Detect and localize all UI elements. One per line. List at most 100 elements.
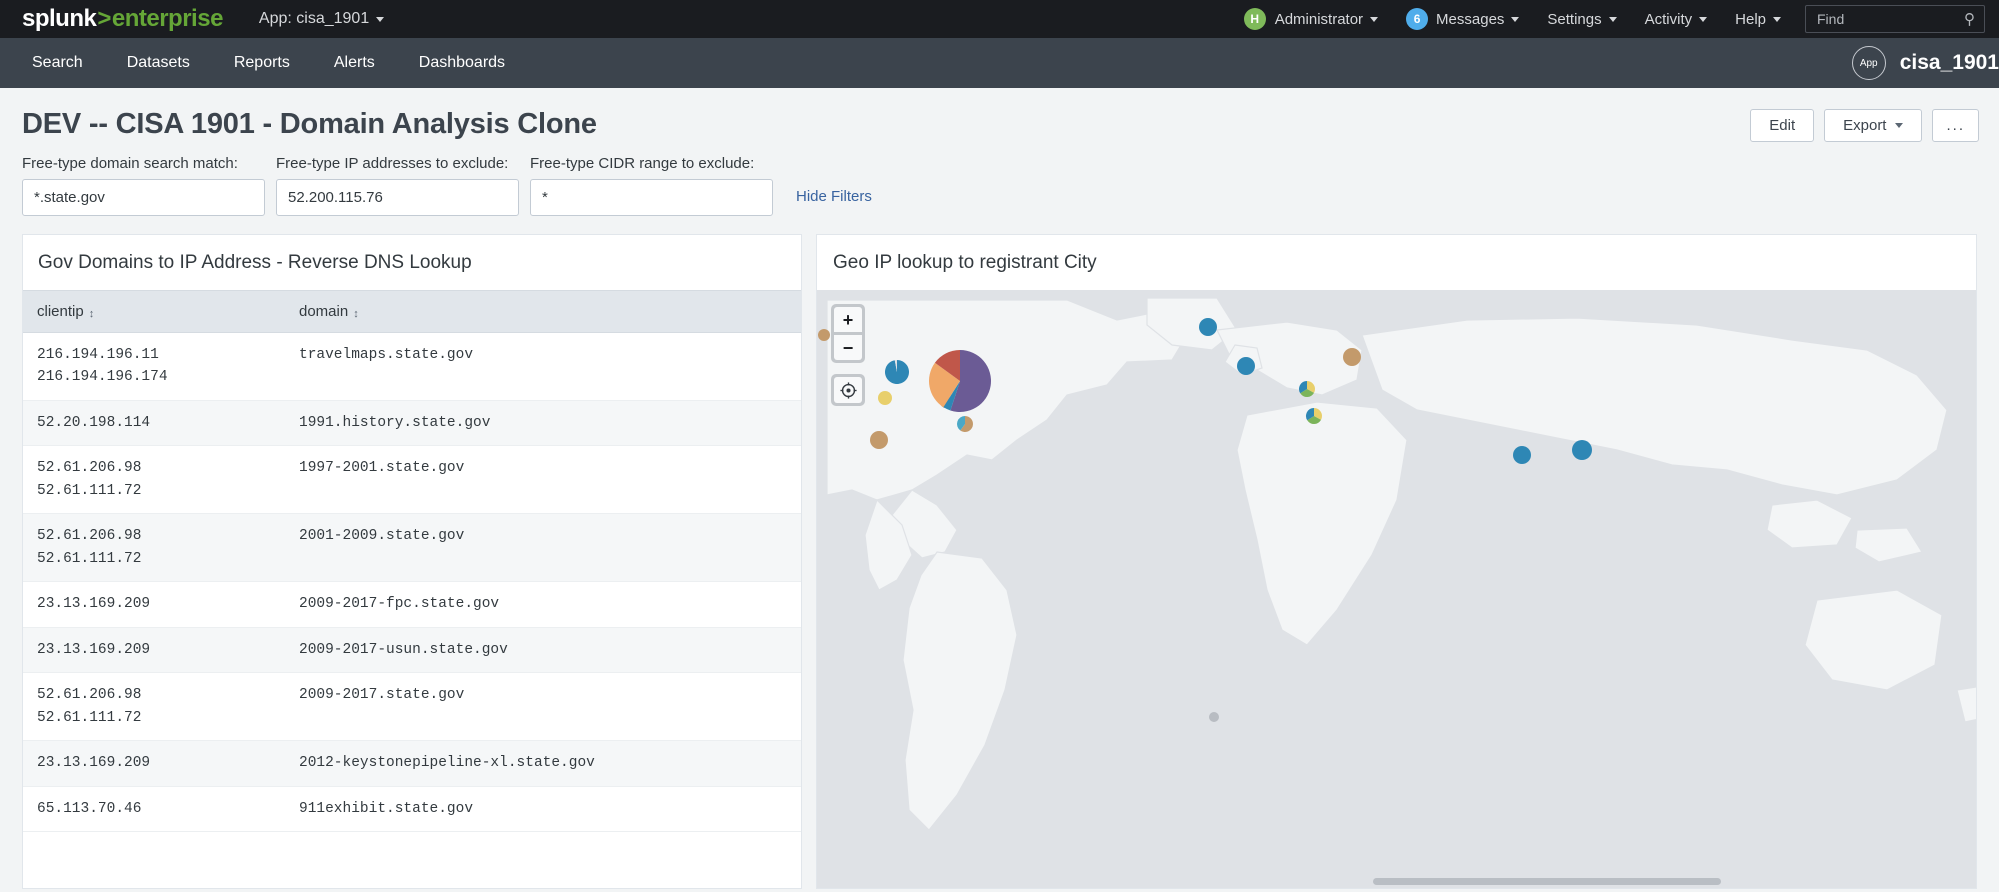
map-pie-marker[interactable] <box>870 431 888 449</box>
column-header-clientip-label: clientip <box>37 303 84 320</box>
export-button[interactable]: Export <box>1824 109 1923 142</box>
map-markers-layer[interactable] <box>817 290 1976 888</box>
map-pie-marker[interactable] <box>1299 381 1315 397</box>
cell-domain[interactable]: 2001-2009.state.gov <box>285 513 801 583</box>
map-pie-marker[interactable] <box>878 391 892 405</box>
edit-button-label: Edit <box>1769 117 1796 134</box>
header-actions: Edit Export ... <box>1750 109 1979 142</box>
top-bar: splunk > enterprise App: cisa_1901 H Admin… <box>0 0 1999 38</box>
messages-menu-label: Messages <box>1436 10 1505 28</box>
results-table-head: clientip ↕ domain ↕ <box>23 290 801 333</box>
panel-reverse-dns-lookup: Gov Domains to IP Address - Reverse DNS … <box>22 234 802 889</box>
nav-bar: Search Datasets Reports Alerts Dashboard… <box>0 38 1999 88</box>
nav-item-alerts[interactable]: Alerts <box>312 38 397 88</box>
domain-search-input[interactable] <box>22 179 265 216</box>
nav-item-datasets[interactable]: Datasets <box>105 38 212 88</box>
app-badge-icon: App <box>1851 46 1886 80</box>
nav-item-search[interactable]: Search <box>10 38 105 88</box>
cell-domain[interactable]: 911exhibit.state.gov <box>285 786 801 833</box>
map-pie-marker[interactable] <box>1306 408 1322 424</box>
filter-label-ip-exclude: Free-type IP addresses to exclude: <box>276 155 509 172</box>
top-bar-right: H Administrator 6 Messages Settings Acti… <box>1230 0 1999 38</box>
cell-domain[interactable]: 1997-2001.state.gov <box>285 445 801 515</box>
map-pie-marker[interactable] <box>1237 357 1255 375</box>
find-input[interactable] <box>1815 10 1964 28</box>
logo-enterprise-text: enterprise <box>111 5 224 32</box>
export-button-label: Export <box>1843 117 1887 134</box>
edit-button[interactable]: Edit <box>1750 109 1815 142</box>
map-pie-marker[interactable] <box>957 416 973 432</box>
column-header-domain[interactable]: domain ↕ <box>285 290 801 333</box>
cell-clientip[interactable]: 52.61.206.98 52.61.111.72 <box>23 445 285 515</box>
cell-domain[interactable]: travelmaps.state.gov <box>285 332 801 401</box>
avatar: H <box>1243 8 1266 30</box>
map-zoom-in-button[interactable]: + <box>834 307 862 332</box>
cell-domain[interactable]: 2009-2017.state.gov <box>285 672 801 742</box>
hide-filters-link[interactable]: Hide Filters <box>796 188 872 205</box>
map-locate-group <box>831 374 865 406</box>
settings-menu[interactable]: Settings <box>1533 0 1630 38</box>
sort-icon[interactable]: ↕ <box>353 309 359 320</box>
cell-clientip[interactable]: 23.13.169.209 <box>23 627 285 674</box>
chevron-down-icon <box>1511 16 1520 22</box>
map-marker-circle <box>1209 712 1219 722</box>
cell-domain[interactable]: 1991.history.state.gov <box>285 400 801 447</box>
dashboard-panels: Gov Domains to IP Address - Reverse DNS … <box>0 216 1999 889</box>
choropleth-map[interactable]: + − <box>817 290 1976 888</box>
cell-clientip[interactable]: 23.13.169.209 <box>23 581 285 628</box>
settings-menu-label: Settings <box>1547 10 1602 28</box>
activity-menu[interactable]: Activity <box>1631 0 1722 38</box>
map-pie-marker[interactable] <box>1572 440 1592 460</box>
map-pie-marker[interactable] <box>1209 712 1219 722</box>
map-pie-marker[interactable] <box>1199 318 1217 336</box>
crosshair-icon <box>839 381 857 399</box>
column-header-clientip[interactable]: clientip ↕ <box>23 290 285 333</box>
more-actions-button[interactable]: ... <box>1932 109 1979 142</box>
user-menu-label: Administrator <box>1274 10 1364 28</box>
current-app-name: cisa_1901 <box>1899 51 1999 74</box>
nav-item-dashboards[interactable]: Dashboards <box>397 38 527 88</box>
cell-clientip[interactable]: 23.13.169.209 <box>23 740 285 787</box>
scrollbar-thumb[interactable] <box>1373 878 1721 885</box>
map-marker-circle <box>1513 446 1531 464</box>
cell-clientip[interactable]: 65.113.70.46 <box>23 786 285 833</box>
map-reset-view-button[interactable] <box>834 377 862 403</box>
map-pie-marker[interactable] <box>929 350 991 412</box>
logo-chevron-icon: > <box>97 5 111 32</box>
table-row: 23.13.169.209 2009-2017-fpc.state.gov <box>23 581 801 628</box>
cell-clientip[interactable]: 216.194.196.11 216.194.196.174 <box>23 332 285 401</box>
app-selector[interactable]: App: cisa_1901 <box>258 10 385 28</box>
map-controls: + − <box>831 304 865 406</box>
splunk-logo[interactable]: splunk > enterprise <box>22 5 223 33</box>
nav-item-reports[interactable]: Reports <box>212 38 312 88</box>
cell-domain[interactable]: 2009-2017-usun.state.gov <box>285 627 801 674</box>
map-horizontal-scrollbar[interactable] <box>817 877 1976 886</box>
cell-clientip[interactable]: 52.61.206.98 52.61.111.72 <box>23 672 285 742</box>
find-box[interactable]: ⚲ <box>1805 5 1985 33</box>
cidr-exclude-input[interactable] <box>530 179 773 216</box>
ip-exclude-input[interactable] <box>276 179 519 216</box>
app-selector-label: App: cisa_1901 <box>258 10 370 27</box>
map-pie-marker[interactable] <box>818 329 830 341</box>
map-pie-marker[interactable] <box>1343 348 1361 366</box>
results-table-body: 216.194.196.11 216.194.196.174 travelmaps.… <box>23 332 801 833</box>
cell-domain[interactable]: 2012-keystonepipeline-xl.state.gov <box>285 740 801 787</box>
map-marker-circle <box>878 391 892 405</box>
panel-geo-ip-map: Geo IP lookup to registrant City + − <box>816 234 1977 889</box>
table-row: 23.13.169.209 2012-keystonepipeline-xl.st… <box>23 740 801 787</box>
filter-label-cidr-exclude: Free-type CIDR range to exclude: <box>530 155 755 172</box>
search-icon[interactable]: ⚲ <box>1964 10 1975 28</box>
more-actions-label: ... <box>1946 117 1965 134</box>
sort-icon[interactable]: ↕ <box>89 309 95 320</box>
map-zoom-out-button[interactable]: − <box>834 335 862 360</box>
messages-menu[interactable]: 6 Messages <box>1392 0 1533 38</box>
cell-clientip[interactable]: 52.61.206.98 52.61.111.72 <box>23 513 285 583</box>
map-pie-marker[interactable] <box>1513 446 1531 464</box>
help-menu[interactable]: Help <box>1721 0 1795 38</box>
cell-clientip[interactable]: 52.20.198.114 <box>23 400 285 447</box>
user-menu[interactable]: H Administrator <box>1230 0 1392 38</box>
cell-domain[interactable]: 2009-2017-fpc.state.gov <box>285 581 801 628</box>
map-marker-circle <box>1572 440 1592 460</box>
map-pie-marker[interactable] <box>885 360 909 384</box>
map-marker-circle <box>1343 348 1361 366</box>
